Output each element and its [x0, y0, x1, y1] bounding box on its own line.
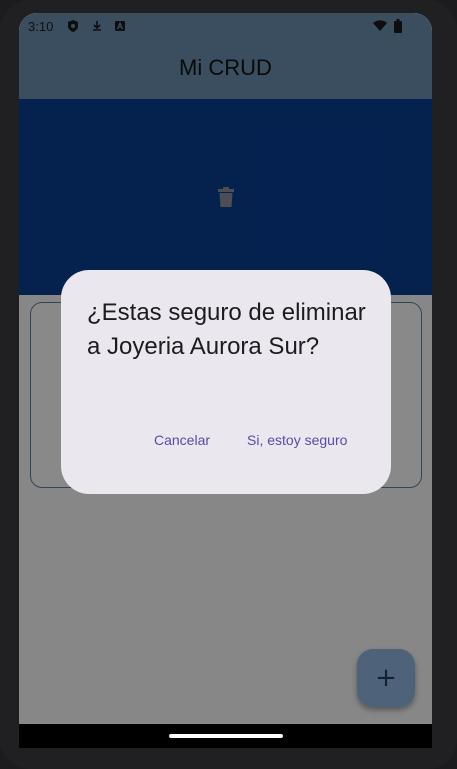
home-handle[interactable] [169, 734, 283, 738]
screen: 3:10 Mi CRUD + ¿Estas seguro de eliminar… [19, 13, 432, 748]
cancel-button[interactable]: Cancelar [154, 432, 210, 448]
dialog-message: ¿Estas seguro de eliminar a Joyeria Auro… [87, 299, 366, 360]
confirm-button[interactable]: Si, estoy seguro [247, 432, 347, 448]
system-nav-bar [19, 724, 432, 748]
confirm-delete-dialog: ¿Estas seguro de eliminar a Joyeria Auro… [61, 270, 391, 494]
device-frame: 3:10 Mi CRUD + ¿Estas seguro de eliminar… [0, 0, 457, 769]
